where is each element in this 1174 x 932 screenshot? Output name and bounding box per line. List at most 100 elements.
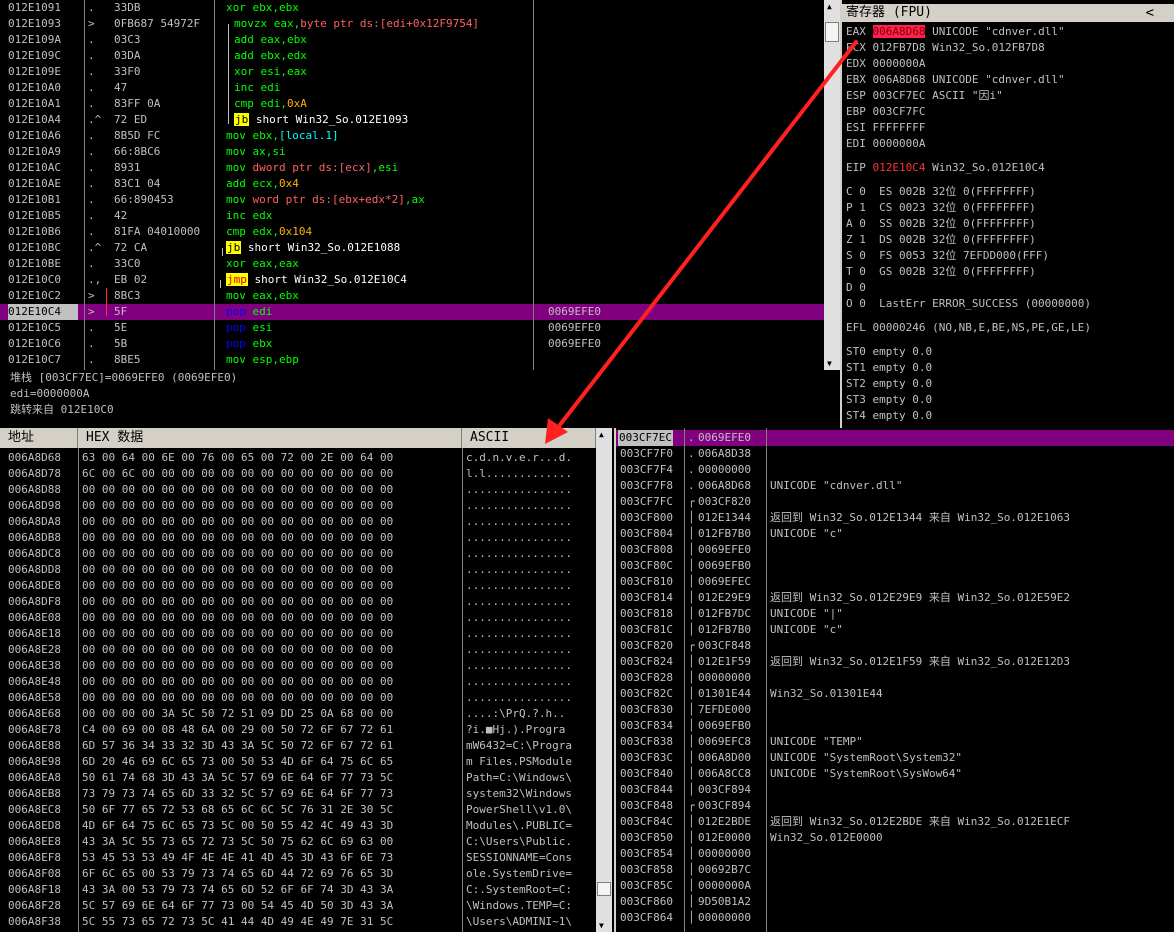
column-header-address[interactable]: 地址 — [0, 428, 78, 448]
dump-hex-bytes[interactable]: 63 00 64 00 6E 00 76 00 65 00 72 00 2E 0… — [82, 450, 462, 466]
register-ebx[interactable]: EBX 006A8D68 UNICODE "cdnver.dll" — [846, 72, 1065, 88]
stack-value[interactable]: 012E2BDE — [698, 814, 751, 830]
stack-value[interactable]: 00000000 — [698, 670, 751, 686]
stack-value[interactable]: 012FB7B0 — [698, 622, 751, 638]
dump-row[interactable]: 006A8E88 6D 57 36 34 33 32 3D 43 3A 5C 50… — [0, 738, 596, 754]
stack-value[interactable]: 0069EFB0 — [698, 718, 751, 734]
disassembly-scrollbar[interactable]: ▲ ▼ — [824, 0, 840, 370]
dump-hex-bytes[interactable]: 6D 57 36 34 33 32 3D 43 3A 5C 50 72 6F 6… — [82, 738, 462, 754]
stack-value[interactable]: 0069EFE0 — [698, 430, 751, 446]
dump-row[interactable]: 006A8F28 5C 57 69 6E 64 6F 77 73 00 54 45… — [0, 898, 596, 914]
stack-row[interactable]: 003CF810 │ 0069EFEC — [616, 574, 1174, 590]
fpu-register-row[interactable]: ST1 empty 0.0 — [846, 360, 932, 376]
stack-row[interactable]: 003CF818 │ 012FB7DC UNICODE "|" — [616, 606, 1174, 622]
stack-value[interactable]: 00692B7C — [698, 862, 751, 878]
dump-row[interactable]: 006A8D98 00 00 00 00 00 00 00 00 00 00 00… — [0, 498, 596, 514]
dump-ascii[interactable]: SESSIONNAME=Cons — [466, 850, 596, 866]
dump-ascii[interactable]: ................ — [466, 482, 596, 498]
disasm-row[interactable]: 012E10A1. 83FF 0A cmp edi,0xA — [0, 96, 824, 112]
disasm-row[interactable]: 012E10C2 >8BC3 mov eax,ebx — [0, 288, 824, 304]
dump-ascii[interactable]: ................ — [466, 690, 596, 706]
dump-row[interactable]: 006A8E28 00 00 00 00 00 00 00 00 00 00 00… — [0, 642, 596, 658]
stack-value[interactable]: 012E1344 — [698, 510, 751, 526]
disasm-row[interactable]: 012E10AE. 83C1 04 add ecx,0x4 — [0, 176, 824, 192]
scroll-down-icon[interactable]: ▼ — [599, 921, 604, 930]
dump-hex-bytes[interactable]: 00 00 00 00 00 00 00 00 00 00 00 00 00 0… — [82, 514, 462, 530]
register-edx[interactable]: EDX 0000000A — [846, 56, 932, 72]
dump-hex-bytes[interactable]: 00 00 00 00 00 00 00 00 00 00 00 00 00 0… — [82, 658, 462, 674]
dump-row[interactable]: 006A8D68 63 00 64 00 6E 00 76 00 65 00 72… — [0, 450, 596, 466]
hex-dump-pane[interactable]: 地址 HEX 数据 ASCII 006A8D68 63 00 64 00 6E 0… — [0, 428, 614, 932]
dump-row[interactable]: 006A8E68 00 00 00 00 3A 5C 50 72 51 09 DD… — [0, 706, 596, 722]
disasm-row[interactable]: 012E10BC .^ 72 CA jb short Win32_So.012E108… — [0, 240, 824, 256]
dump-hex-bytes[interactable]: 43 3A 5C 55 73 65 72 73 5C 50 75 62 6C 6… — [82, 834, 462, 850]
dump-ascii[interactable]: ....:\PrQ.?.h.. — [466, 706, 596, 722]
dump-hex-bytes[interactable]: 53 45 53 53 49 4F 4E 4E 41 4D 45 3D 43 6… — [82, 850, 462, 866]
dump-hex-bytes[interactable]: 00 00 00 00 00 00 00 00 00 00 00 00 00 0… — [82, 498, 462, 514]
dump-hex-bytes[interactable]: 00 00 00 00 00 00 00 00 00 00 00 00 00 0… — [82, 690, 462, 706]
stack-row[interactable]: 003CF82C │ 01301E44 Win32_So.01301E44 — [616, 686, 1174, 702]
register-ebp[interactable]: EBP 003CF7FC — [846, 104, 932, 120]
dump-row[interactable]: 006A8EE8 43 3A 5C 55 73 65 72 73 5C 50 75… — [0, 834, 596, 850]
dump-hex-bytes[interactable]: 00 00 00 00 3A 5C 50 72 51 09 DD 25 0A 6… — [82, 706, 462, 722]
flag-segment-row[interactable]: Z 1 DS 002B 32位 0(FFFFFFFF) — [846, 232, 1036, 248]
stack-row[interactable]: 003CF81C │ 012FB7B0 UNICODE "c" — [616, 622, 1174, 638]
stack-row[interactable]: 003CF808 │ 0069EFE0 — [616, 542, 1174, 558]
fpu-register-row[interactable]: ST0 empty 0.0 — [846, 344, 932, 360]
dump-ascii[interactable]: ................ — [466, 594, 596, 610]
stack-value[interactable]: 7EFDE000 — [698, 702, 751, 718]
disasm-row[interactable]: 012E10C7. 8BE5 mov esp,ebp — [0, 352, 824, 368]
stack-row[interactable]: 003CF80C │ 0069EFB0 — [616, 558, 1174, 574]
dump-row[interactable]: 006A8DE8 00 00 00 00 00 00 00 00 00 00 00… — [0, 578, 596, 594]
fpu-register-row[interactable]: ST4 empty 0.0 — [846, 408, 932, 424]
eflags-row[interactable]: EFL 00000246 (NO,NB,E,BE,NS,PE,GE,LE) — [846, 320, 1091, 336]
dump-ascii[interactable]: system32\Windows — [466, 786, 596, 802]
dump-ascii[interactable]: PowerShell\v1.0\ — [466, 802, 596, 818]
register-value[interactable]: FFFFFFFF — [873, 121, 926, 134]
dump-row[interactable]: 006A8ED8 4D 6F 64 75 6C 65 73 5C 00 50 55… — [0, 818, 596, 834]
dump-ascii[interactable]: Modules\.PUBLIC= — [466, 818, 596, 834]
stack-row[interactable]: 003CF800 │ 012E1344 返回到 Win32_So.012E1344 来… — [616, 510, 1174, 526]
disasm-row[interactable]: 012E10A4 .^ 72 ED jb short Win32_So.012E109… — [0, 112, 824, 128]
stack-row[interactable]: 003CF860 │ 9D50B1A2 — [616, 894, 1174, 910]
stack-row[interactable]: 003CF844 │ 003CF894 — [616, 782, 1174, 798]
dump-hex-bytes[interactable]: 6F 6C 65 00 53 79 73 74 65 6D 44 72 69 7… — [82, 866, 462, 882]
stack-row[interactable]: 003CF840 │ 006A8CC8 UNICODE "SystemRoot\Sys… — [616, 766, 1174, 782]
dump-hex-bytes[interactable]: 00 00 00 00 00 00 00 00 00 00 00 00 00 0… — [82, 546, 462, 562]
dump-row[interactable]: 006A8F08 6F 6C 65 00 53 79 73 74 65 6D 44… — [0, 866, 596, 882]
dump-scrollbar[interactable]: ▲ ▼ — [596, 428, 612, 932]
stack-value[interactable]: 006A8D68 — [698, 478, 751, 494]
stack-value[interactable]: 00000000 — [698, 846, 751, 862]
stack-row[interactable]: 003CF820 ┌ 003CF848 — [616, 638, 1174, 654]
register-value[interactable]: 006A8D68 — [873, 73, 926, 86]
stack-value[interactable]: 006A8CC8 — [698, 766, 751, 782]
stack-row[interactable]: 003CF838 │ 0069EFC8 UNICODE "TEMP" — [616, 734, 1174, 750]
stack-row[interactable]: 003CF7EC. 0069EFE0 — [616, 430, 1174, 446]
disasm-row[interactable]: 012E10C0., EB 02 jmp short Win32_So.012E10… — [0, 272, 824, 288]
flag-segment-row[interactable]: P 1 CS 0023 32位 0(FFFFFFFF) — [846, 200, 1036, 216]
stack-value[interactable]: 006A8D00 — [698, 750, 751, 766]
dump-hex-bytes[interactable]: 73 79 73 74 65 6D 33 32 5C 57 69 6E 64 6… — [82, 786, 462, 802]
stack-value[interactable]: 012E29E9 — [698, 590, 751, 606]
stack-row[interactable]: 003CF848 ┌ 003CF894 — [616, 798, 1174, 814]
flag-segment-row[interactable]: O 0 LastErr ERROR_SUCCESS (00000000) — [846, 296, 1091, 312]
dump-ascii[interactable]: ................ — [466, 626, 596, 642]
register-value[interactable]: 012E10C4 — [873, 161, 926, 174]
dump-row[interactable]: 006A8E08 00 00 00 00 00 00 00 00 00 00 00… — [0, 610, 596, 626]
stack-row[interactable]: 003CF7F4. 00000000 — [616, 462, 1174, 478]
stack-row[interactable]: 003CF84C │ 012E2BDE 返回到 Win32_So.012E2BDE 来… — [616, 814, 1174, 830]
scroll-down-icon[interactable]: ▼ — [827, 359, 832, 368]
dump-hex-bytes[interactable]: 00 00 00 00 00 00 00 00 00 00 00 00 00 0… — [82, 610, 462, 626]
stack-row[interactable]: 003CF824 │ 012E1F59 返回到 Win32_So.012E1F59 来… — [616, 654, 1174, 670]
register-value[interactable]: 006A8D68 — [872, 25, 926, 38]
register-edi[interactable]: EDI 0000000A — [846, 136, 932, 152]
stack-value[interactable]: 01301E44 — [698, 686, 751, 702]
dump-ascii[interactable]: m Files.PSModule — [466, 754, 596, 770]
dump-row[interactable]: 006A8DD8 00 00 00 00 00 00 00 00 00 00 00… — [0, 562, 596, 578]
disasm-row[interactable]: 012E10B5. 42 inc edx — [0, 208, 824, 224]
stack-row[interactable]: 003CF850 │ 012E0000 Win32_So.012E0000 — [616, 830, 1174, 846]
register-eax[interactable]: EAX 006A8D68 UNICODE "cdnver.dll" — [846, 24, 1065, 40]
flag-segment-row[interactable]: T 0 GS 002B 32位 0(FFFFFFFF) — [846, 264, 1036, 280]
dump-hex-bytes[interactable]: 00 00 00 00 00 00 00 00 00 00 00 00 00 0… — [82, 530, 462, 546]
dump-ascii[interactable]: \Windows.TEMP=C: — [466, 898, 596, 914]
